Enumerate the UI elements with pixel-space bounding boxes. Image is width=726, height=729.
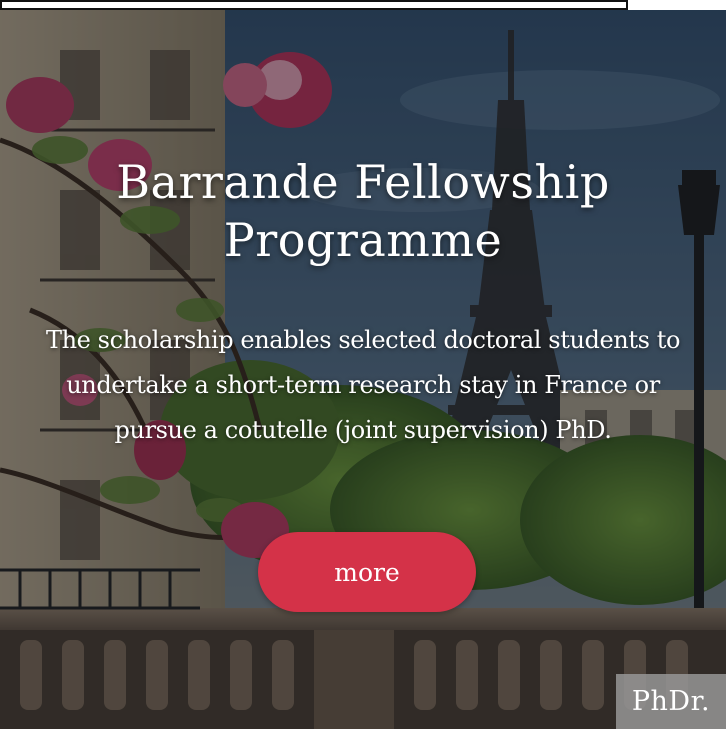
corner-tag: PhDr. [616, 674, 726, 729]
hero-content: Barrande Fellowship Programme The schola… [0, 10, 726, 729]
hero-slide: Barrande Fellowship Programme The schola… [0, 10, 726, 729]
page: Barrande Fellowship Programme The schola… [0, 0, 726, 729]
top-frame-border [0, 0, 628, 10]
more-button[interactable]: more [258, 532, 476, 612]
hero-description: The scholarship enables selected doctora… [45, 326, 681, 444]
hero-title: Barrande Fellowship Programme [116, 155, 610, 267]
